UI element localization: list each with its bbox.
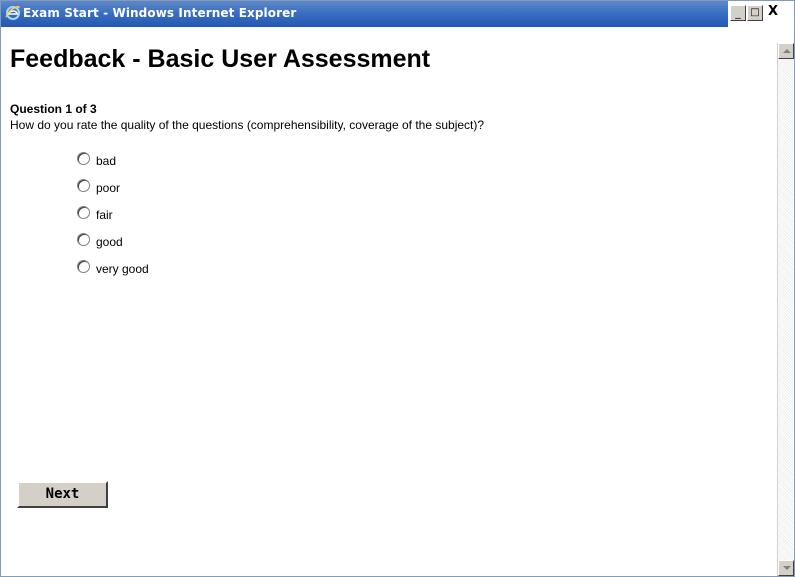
page-title: Feedback - Basic User Assessment	[10, 45, 431, 73]
option-label[interactable]: fair	[96, 208, 113, 222]
option-label[interactable]: good	[96, 235, 123, 249]
minimize-button[interactable]: _	[730, 5, 746, 21]
scroll-up-button[interactable]	[778, 43, 794, 59]
arrow-down-icon	[783, 566, 791, 570]
arrow-up-icon	[783, 49, 791, 53]
browser-window: Exam Start - Windows Internet Explorer _…	[0, 0, 795, 577]
window-controls: _ □ X	[728, 1, 794, 27]
question-text: How do you rate the quality of the quest…	[10, 118, 485, 132]
radio-button[interactable]	[77, 179, 90, 192]
vertical-scrollbar[interactable]	[777, 43, 794, 576]
radio-button[interactable]	[77, 233, 90, 246]
option-label[interactable]: poor	[96, 181, 120, 195]
question-number: Question 1 of 3	[10, 102, 97, 116]
option-label[interactable]: bad	[96, 154, 116, 168]
close-button[interactable]: X	[764, 5, 782, 21]
title-bar[interactable]: Exam Start - Windows Internet Explorer _…	[1, 1, 794, 27]
ie-icon	[5, 5, 20, 20]
radio-button[interactable]	[77, 206, 90, 219]
option-label[interactable]: very good	[96, 262, 149, 276]
radio-button[interactable]	[77, 260, 90, 273]
scroll-down-button[interactable]	[778, 560, 794, 576]
radio-button[interactable]	[77, 152, 90, 165]
window-title: Exam Start - Windows Internet Explorer	[23, 6, 297, 20]
maximize-button[interactable]: □	[747, 5, 763, 21]
next-button[interactable]: Next	[17, 481, 108, 508]
